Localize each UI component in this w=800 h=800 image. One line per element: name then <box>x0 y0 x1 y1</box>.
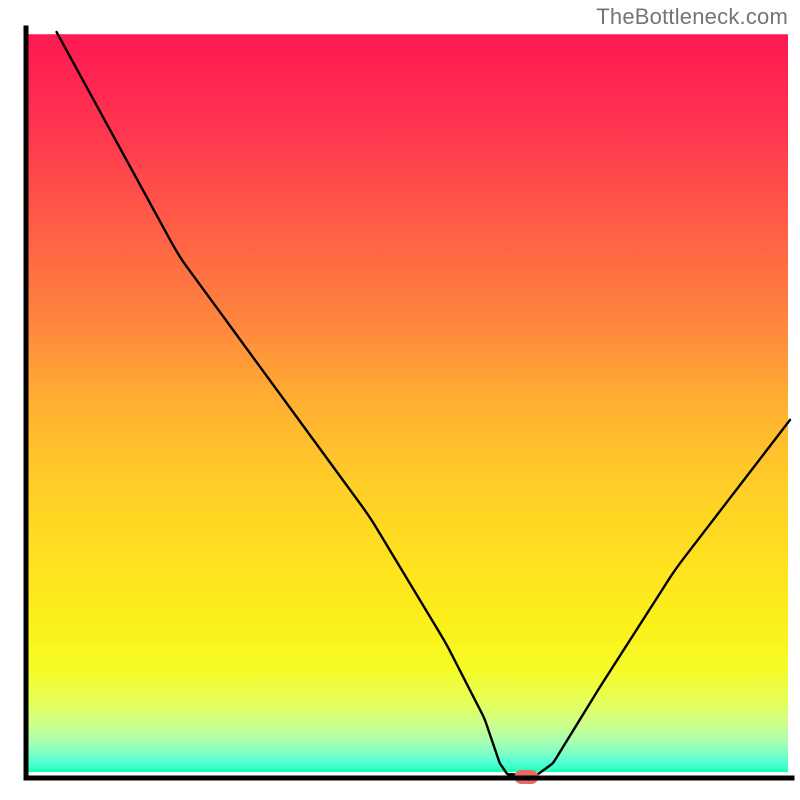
bottleneck-chart <box>0 0 800 800</box>
chart-container: TheBottleneck.com <box>0 0 800 800</box>
watermark-text: TheBottleneck.com <box>596 4 788 30</box>
